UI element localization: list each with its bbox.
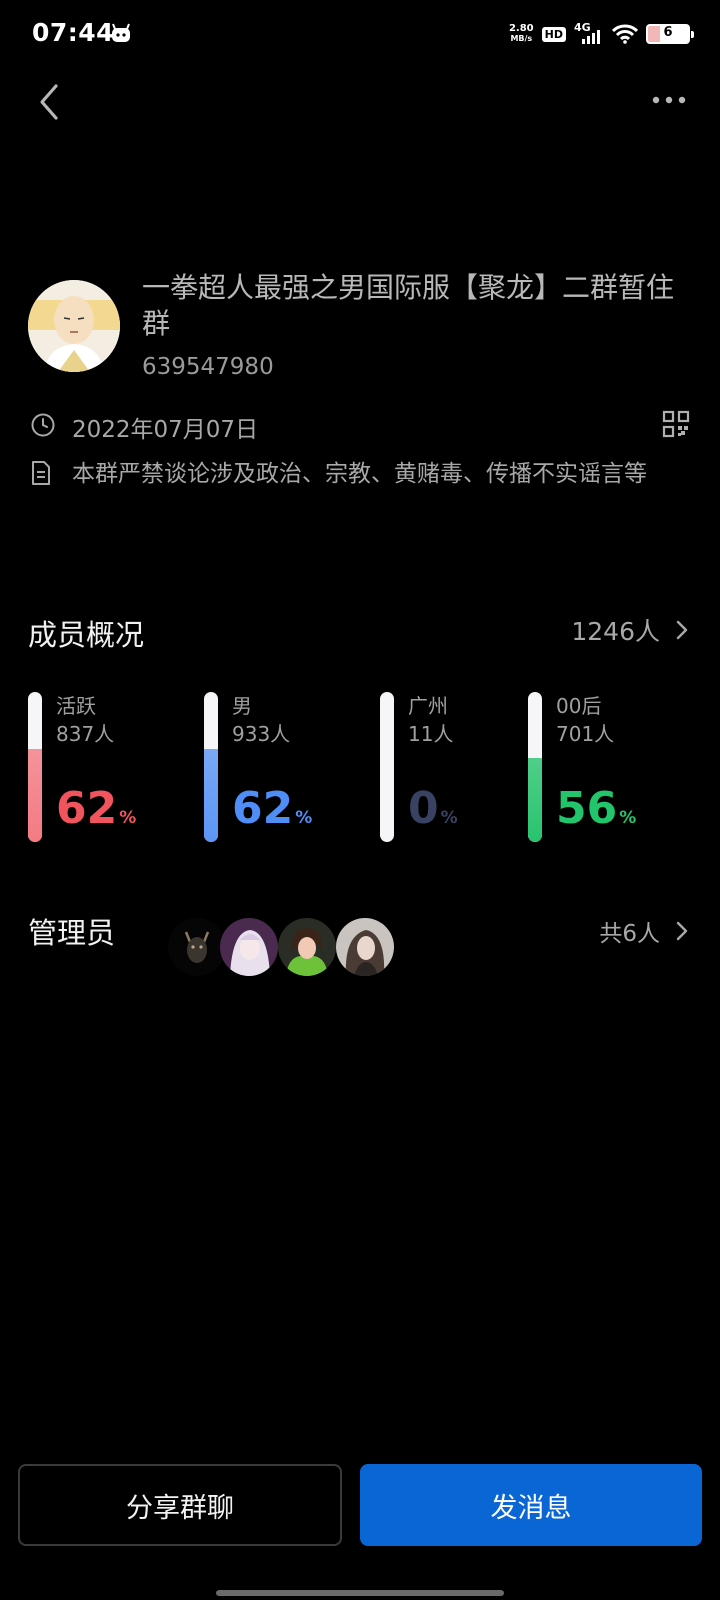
stat-percent-unit: % [440, 808, 458, 828]
clock-icon [31, 413, 55, 437]
admin-avatar [278, 918, 336, 976]
stat-label: 男 [232, 694, 252, 718]
network-speed-value: 2.80 [508, 23, 534, 34]
document-icon [32, 461, 50, 485]
qr-code-icon[interactable] [662, 410, 690, 438]
status-bar: 07:44 2.80 MB/s HD 4G 6 [0, 0, 720, 72]
stat-male[interactable]: 男 933人 62% [204, 692, 374, 842]
stat-count: 933人 [232, 722, 291, 746]
stat-percent: 0% [408, 784, 458, 843]
stat-percent-value: 62 [232, 783, 294, 834]
battery-icon: 6 [646, 24, 694, 44]
created-date-row: 2022年07月07日 [30, 408, 690, 443]
stat-bar [204, 692, 218, 842]
members-section-title: 成员概况 [28, 618, 145, 652]
network-speed: 2.80 MB/s [509, 24, 534, 44]
group-id: 639547980 [142, 354, 274, 380]
stat-percent: 62% [56, 784, 136, 843]
stat-percent: 62% [232, 784, 312, 843]
stat-percent-unit: % [295, 808, 313, 828]
stat-bar-fill [204, 749, 218, 842]
stat-percent-value: 56 [556, 783, 618, 834]
chevron-right-icon [676, 620, 688, 640]
battery-level: 6 [663, 25, 673, 40]
stat-active[interactable]: 活跃 837人 62% [28, 692, 198, 842]
share-group-button[interactable]: 分享群聊 [18, 1464, 342, 1546]
stat-location[interactable]: 广州 11人 0% [380, 692, 550, 842]
admins-count-link[interactable]: 共6人 [599, 914, 690, 948]
cellular-signal-icon: 4G [574, 21, 604, 46]
stat-percent-value: 62 [56, 783, 118, 834]
stat-label: 00后 [556, 694, 602, 718]
group-name: 一拳超人最强之男国际服【聚龙】二群暂住群 [142, 271, 675, 340]
admin-avatar [168, 918, 226, 976]
home-indicator[interactable] [216, 1590, 504, 1596]
status-time: 07:44 [32, 18, 115, 47]
members-total: 1246人 [571, 617, 660, 646]
admin-avatar [220, 918, 278, 976]
more-options-button[interactable] [652, 92, 686, 108]
admin-avatar-image [336, 918, 394, 976]
stat-percent: 56% [556, 784, 636, 843]
stat-percent-unit: % [119, 808, 137, 828]
status-indicators: 2.80 MB/s HD 4G 6 [509, 20, 694, 48]
stat-percent-unit: % [619, 808, 637, 828]
admin-avatar [336, 918, 394, 976]
admins-count: 共6人 [599, 921, 660, 947]
stat-bar-fill [28, 749, 42, 842]
stat-count: 11人 [408, 722, 454, 746]
stat-bar [528, 692, 542, 842]
admins-section-title: 管理员 [28, 916, 116, 950]
group-notice: 本群严禁谈论涉及政治、宗教、黄赌毒、传播不实谣言等 [72, 461, 647, 487]
stat-bar-fill [528, 758, 542, 842]
stat-count: 701人 [556, 722, 615, 746]
network-speed-unit: MB/s [510, 34, 533, 43]
members-total-link[interactable]: 1246人 [571, 612, 690, 648]
stat-percent-value: 0 [408, 783, 439, 834]
created-date: 2022年07月07日 [72, 417, 259, 443]
hd-badge: HD [541, 26, 566, 42]
stat-bar [28, 692, 42, 842]
admin-avatar-image [168, 918, 226, 976]
stat-bar [380, 692, 394, 842]
admin-avatar-image [278, 918, 336, 976]
stat-label: 广州 [408, 694, 448, 718]
group-avatar-image [28, 280, 120, 372]
admin-avatar-image [220, 918, 278, 976]
group-avatar[interactable] [28, 280, 120, 372]
stat-age[interactable]: 00后 701人 56% [528, 692, 698, 842]
send-message-button[interactable]: 发消息 [360, 1464, 702, 1546]
back-button[interactable] [34, 80, 70, 124]
app-notification-icon [112, 23, 130, 42]
stat-label: 活跃 [56, 694, 96, 718]
wifi-icon [612, 24, 638, 44]
stat-count: 837人 [56, 722, 115, 746]
chevron-right-icon [676, 921, 688, 941]
